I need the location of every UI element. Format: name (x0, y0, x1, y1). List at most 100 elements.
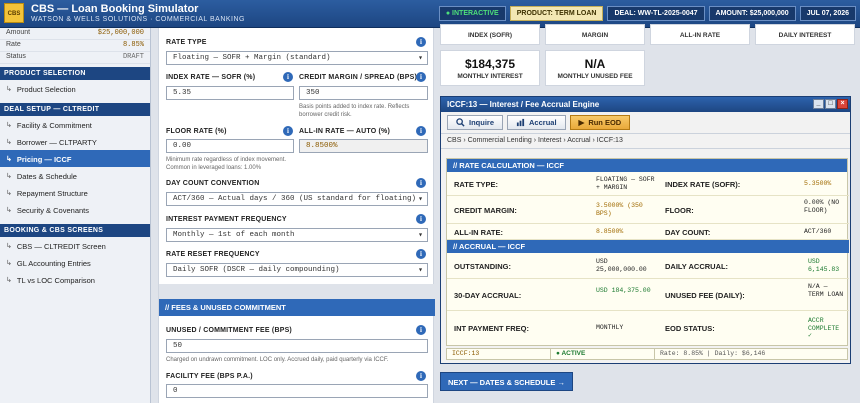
info-icon[interactable]: i (416, 126, 426, 136)
facility-fee-input[interactable]: 0 (166, 384, 428, 398)
sidebar-item-tl-vs-loc[interactable]: ↳ TL vs LOC Comparison (0, 271, 150, 288)
play-icon: ▶ (578, 118, 585, 127)
sidebar-item-gl-entries[interactable]: ↳ GL Accounting Entries (0, 254, 150, 271)
thirty-day-val: USD 184,375.00 (596, 287, 651, 294)
rate-type-select[interactable]: Floating — SOFR + Margin (standard) (166, 51, 428, 65)
info-icon[interactable]: i (416, 178, 426, 188)
all-in-rate-readonly: 8.8500% (299, 139, 428, 153)
run-eod-button[interactable]: ▶ Run EOD (569, 115, 631, 130)
window-titlebar[interactable]: ICCF:13 — Interest / Fee Accrual Engine … (441, 97, 850, 112)
unused-fee-key: UNUSED FEE (DAILY): (665, 291, 745, 300)
sidebar-item-label: Product Selection (16, 84, 76, 94)
outstanding-key: OUTSTANDING: (454, 262, 511, 271)
window-title: ICCF:13 — Interest / Fee Accrual Engine (447, 100, 600, 109)
run-eod-label: Run EOD (588, 118, 622, 127)
floor-val: 0.00% (NO FLOOR) (804, 199, 840, 214)
tile-daily-interest-caption: DAILY INTEREST (778, 32, 832, 39)
arrow-icon: ↳ (6, 122, 12, 129)
sidebar-item-label: GL Accounting Entries (16, 258, 91, 268)
info-icon[interactable]: i (416, 249, 426, 259)
info-icon[interactable]: i (416, 37, 426, 47)
iccf-window: ICCF:13 — Interest / Fee Accrual Engine … (440, 96, 851, 364)
section-booking: BOOKING & CBS SCREENS (0, 224, 150, 237)
info-icon[interactable]: i (283, 126, 293, 136)
interest-freq-select[interactable]: Monthly — 1st of each month (166, 228, 428, 242)
rate-calc-header: // RATE CALCULATION — ICCF (447, 159, 847, 172)
close-icon[interactable]: × (837, 99, 848, 109)
floor-key: FLOOR: (665, 206, 694, 215)
tile-monthly-interest: $184,375 MONTHLY INTEREST (440, 50, 540, 86)
arrow-icon: ↳ (6, 156, 12, 163)
sidebar-item-product-selection[interactable]: ↳ Product Selection (0, 80, 150, 97)
sidebar-item-repayment[interactable]: ↳ Repayment Structure (0, 184, 150, 201)
rate-reset-label: RATE RESET FREQUENCY (166, 251, 260, 258)
grid-row: RATE TYPE: FLOATING — SOFR + MARGIN INDE… (447, 172, 849, 196)
next-dates-schedule-button[interactable]: NEXT — DATES & SCHEDULE → (440, 372, 573, 391)
eod-val: ACCR COMPLETE ✓ (808, 317, 840, 339)
all-in-val: 8.8500% (596, 228, 624, 235)
date-badge: JUL 07, 2026 (799, 6, 856, 21)
credit-margin-label: CREDIT MARGIN / SPREAD (BPS) (299, 74, 417, 81)
credit-margin-input[interactable]: 350 (299, 86, 428, 100)
arrow-icon: ↳ (6, 139, 12, 146)
window-controls: _ □ × (813, 99, 848, 109)
sidebar-item-dates[interactable]: ↳ Dates & Schedule (0, 167, 150, 184)
sidebar-item-cltredit-screen[interactable]: ↳ CBS — CLTREDIT Screen (0, 237, 150, 254)
arrow-icon: ↳ (6, 207, 12, 214)
amount-badge: AMOUNT: $25,000,000 (708, 6, 796, 21)
info-icon[interactable]: i (283, 72, 293, 82)
arrow-icon: ↳ (6, 243, 12, 250)
floor-rate-input[interactable]: 0.00 (166, 139, 294, 153)
status-screen: ICCF:13 (447, 349, 551, 359)
inquire-button[interactable]: Inquire (447, 115, 504, 130)
summary-amount: Amount $25,000,000 (0, 28, 150, 40)
magnifier-icon (456, 118, 465, 127)
sidebar-item-facility[interactable]: ↳ Facility & Commitment (0, 116, 150, 133)
fees-panel-header: // FEES & UNUSED COMMITMENT (159, 299, 435, 316)
credit-margin-hint: Basis points added to index rate. Reflec… (299, 104, 410, 118)
sidebar-item-label: Security & Covenants (16, 205, 89, 215)
sidebar-item-security[interactable]: ↳ Security & Covenants (0, 201, 150, 218)
arrow-icon: ↳ (6, 277, 12, 284)
thirty-day-key: 30-DAY ACCRUAL: (454, 291, 522, 300)
status-info: Rate: 8.85% | Daily: $6,146 (660, 350, 766, 357)
minimize-icon[interactable]: _ (813, 99, 824, 109)
accrual-button[interactable]: Accrual (507, 115, 566, 130)
grid-row: 30-DAY ACCRUAL: USD 184,375.00 UNUSED FE… (447, 279, 849, 311)
int-freq-key: INT PAYMENT FREQ: (454, 324, 530, 333)
arrow-icon: ↳ (6, 86, 12, 93)
info-icon[interactable]: i (416, 214, 426, 224)
daily-accrual-val: USD 6,145.83 (808, 258, 840, 273)
index-rate-input[interactable]: 5.35 (166, 86, 294, 100)
interactive-badge: ● INTERACTIVE (438, 6, 506, 21)
rate-reset-select[interactable]: Daily SOFR (DSCR — daily compounding) (166, 263, 428, 277)
summary-amount-value: $25,000,000 (97, 29, 144, 37)
bar-chart-icon (516, 118, 525, 127)
info-icon[interactable]: i (416, 72, 426, 82)
tile-all-in-rate-caption: ALL-IN RATE (679, 32, 721, 39)
tile-index-sofr: INDEX (SOFR) (440, 24, 540, 45)
deal-badge: DEAL: WW-TL-2025-0047 (607, 6, 705, 21)
sidebar-item-borrower[interactable]: ↳ Borrower — CLTPARTY (0, 133, 150, 150)
app-title: CBS — Loan Booking Simulator (31, 3, 199, 15)
rate-type-val: FLOATING — SOFR + MARGIN (596, 176, 655, 191)
grid-row: CREDIT MARGIN: 3.5000% (350 BPS) FLOOR: … (447, 196, 849, 224)
product-badge: PRODUCT: TERM LOAN (509, 6, 604, 21)
eod-key: EOD STATUS: (665, 324, 715, 333)
sidebar-item-label: Facility & Commitment (16, 120, 92, 130)
interest-freq-label: INTEREST PAYMENT FREQUENCY (166, 216, 287, 223)
day-count-select[interactable]: ACT/360 — Actual days / 360 (US standard… (166, 192, 428, 206)
unused-fee-hint: Charged on undrawn commitment. LOC only.… (166, 357, 389, 363)
unused-fee-input[interactable]: 50 (166, 339, 428, 353)
cbs-logo: CBS (4, 3, 24, 23)
app-subtitle: WATSON & WELLS SOLUTIONS · COMMERCIAL BA… (31, 16, 245, 23)
maximize-icon[interactable]: □ (825, 99, 836, 109)
info-icon[interactable]: i (416, 325, 426, 335)
summary-rate-value: 8.85% (122, 41, 144, 49)
rate-type-key: RATE TYPE: (454, 180, 499, 189)
floor-rate-label: FLOOR RATE (%) (166, 128, 227, 135)
info-icon[interactable]: i (416, 371, 426, 381)
sidebar-item-pricing[interactable]: ↳ Pricing — ICCF (0, 150, 150, 167)
monthly-interest-value: $184,375 (464, 57, 516, 71)
accrual-header: // ACCRUAL — ICCF (447, 240, 849, 253)
